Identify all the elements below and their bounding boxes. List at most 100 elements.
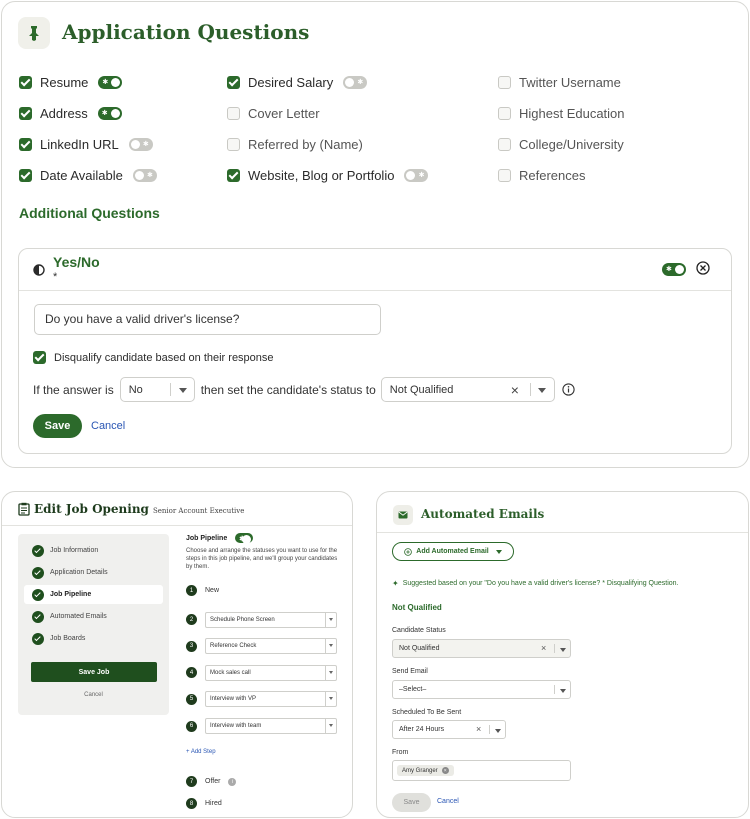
sidebar-step[interactable]: Job Pipeline bbox=[24, 585, 163, 604]
required-toggle[interactable] bbox=[132, 169, 157, 182]
check-circle-icon bbox=[32, 632, 44, 645]
question-checkbox[interactable] bbox=[19, 169, 32, 182]
step-status-select[interactable]: Reference Check bbox=[205, 638, 337, 655]
send-email-select[interactable]: –Select– bbox=[392, 680, 571, 699]
question-checkbox[interactable] bbox=[227, 169, 240, 182]
required-toggle[interactable] bbox=[128, 138, 153, 151]
clear-icon[interactable]: × bbox=[476, 724, 481, 734]
suggestion-text: Suggested based on your "Do you have a v… bbox=[402, 580, 679, 587]
step-number: 1 bbox=[186, 585, 197, 596]
required-toggle[interactable] bbox=[97, 107, 122, 120]
sidebar-step[interactable]: Job Information bbox=[24, 541, 163, 560]
question-checkbox[interactable] bbox=[227, 107, 240, 120]
question-label: Referred by (Name) bbox=[248, 137, 363, 152]
answer-value: No bbox=[128, 383, 143, 396]
question-checkbox[interactable] bbox=[498, 107, 511, 120]
question-checkbox[interactable] bbox=[19, 76, 32, 89]
question-option: College/University bbox=[498, 137, 624, 152]
job-pipeline-toggle[interactable] bbox=[235, 533, 254, 545]
additional-questions-heading: Additional Questions bbox=[19, 205, 160, 221]
step-number: 5 bbox=[186, 693, 197, 705]
rule-middle: then set the candidate's status to bbox=[200, 382, 376, 397]
candidate-status-value: Not Qualified bbox=[399, 645, 440, 652]
add-step-link[interactable]: + Add Step bbox=[186, 749, 216, 755]
cancel-button[interactable]: Cancel bbox=[437, 798, 459, 805]
from-chip[interactable]: Amy Granger × bbox=[397, 765, 454, 776]
question-text-input[interactable]: Do you have a valid driver's license? bbox=[34, 304, 381, 335]
add-automated-email-button[interactable]: Add Automated Email bbox=[392, 542, 514, 561]
question-option: Desired Salary bbox=[227, 75, 368, 90]
clear-icon[interactable]: × bbox=[511, 382, 519, 398]
required-toggle[interactable] bbox=[404, 169, 429, 182]
question-checkbox[interactable] bbox=[227, 76, 240, 89]
answer-select[interactable]: No bbox=[119, 377, 195, 402]
question-checkbox[interactable] bbox=[498, 76, 511, 89]
step-status-select[interactable]: Interview with VP bbox=[205, 691, 337, 708]
pin-icon bbox=[18, 17, 50, 49]
sidebar-step[interactable]: Application Details bbox=[24, 563, 163, 582]
step-status-select[interactable]: Schedule Phone Screen bbox=[205, 611, 337, 628]
question-checkbox[interactable] bbox=[19, 138, 32, 151]
pipeline-step: 4 Mock sales call bbox=[186, 664, 337, 681]
question-label: Address bbox=[40, 106, 88, 121]
disqualify-checkbox[interactable] bbox=[33, 351, 46, 364]
save-button[interactable]: Save bbox=[392, 793, 431, 812]
question-checkbox[interactable] bbox=[498, 138, 511, 151]
sidebar-step[interactable]: Automated Emails bbox=[24, 607, 163, 626]
from-field[interactable]: Amy Granger × bbox=[392, 760, 571, 781]
question-label: Highest Education bbox=[519, 106, 625, 121]
disqualify-rule: If the answer is No then set the candida… bbox=[33, 377, 575, 402]
close-icon[interactable] bbox=[696, 261, 710, 280]
step-status-select[interactable]: Interview with team bbox=[205, 718, 337, 734]
scheduled-label: Scheduled To Be Sent bbox=[392, 709, 462, 716]
sidebar-step[interactable]: Job Boards bbox=[24, 629, 163, 648]
sparkle-icon: ✦ bbox=[392, 579, 399, 588]
required-toggle[interactable] bbox=[98, 76, 123, 89]
job-pipeline-description: Choose and arrange the statuses you want… bbox=[186, 548, 338, 570]
envelope-icon bbox=[393, 505, 413, 525]
cancel-job-link[interactable]: Cancel bbox=[18, 692, 169, 698]
question-type-title: Yes/No bbox=[53, 254, 100, 270]
step-status-value: Reference Check bbox=[210, 643, 257, 650]
pipeline-step: 6 Interview with team bbox=[186, 718, 337, 734]
automated-emails-card: Automated Emails Add Automated Email ✦ S… bbox=[376, 491, 749, 818]
info-icon[interactable]: i bbox=[228, 777, 237, 786]
required-toggle[interactable] bbox=[343, 76, 368, 89]
chevron-down-icon bbox=[560, 689, 566, 693]
step-status-value: Interview with team bbox=[210, 723, 262, 729]
question-option: Website, Blog or Portfolio bbox=[227, 168, 429, 183]
chevron-down-icon bbox=[325, 639, 336, 654]
question-checkbox[interactable] bbox=[19, 107, 32, 120]
status-select[interactable]: Not Qualified × bbox=[380, 377, 555, 402]
scheduled-select[interactable]: After 24 Hours × bbox=[392, 720, 506, 739]
pipeline-step: 1 New bbox=[186, 585, 219, 596]
from-label: From bbox=[392, 749, 409, 756]
save-button[interactable]: Save bbox=[33, 414, 82, 438]
info-icon[interactable] bbox=[562, 383, 575, 396]
chevron-down-icon bbox=[325, 665, 336, 680]
add-automated-email-label: Add Automated Email bbox=[416, 548, 489, 555]
cancel-button[interactable]: Cancel bbox=[91, 420, 125, 432]
candidate-status-label: Candidate Status bbox=[392, 627, 446, 634]
question-label: Desired Salary bbox=[248, 75, 334, 90]
question-label: Cover Letter bbox=[248, 106, 320, 121]
job-pipeline-label: Job Pipeline bbox=[186, 534, 228, 542]
step-number: 2 bbox=[186, 614, 197, 626]
disqualify-label: Disqualify candidate based on their resp… bbox=[54, 351, 274, 364]
clear-icon[interactable]: × bbox=[541, 643, 546, 653]
chevron-down-icon bbox=[325, 719, 336, 733]
step-status-select[interactable]: Mock sales call bbox=[205, 664, 337, 681]
question-checkbox[interactable] bbox=[498, 169, 511, 182]
required-toggle[interactable] bbox=[662, 263, 686, 276]
question-checkbox[interactable] bbox=[227, 138, 240, 151]
sidebar-step-label: Automated Emails bbox=[50, 613, 107, 620]
scheduled-value: After 24 Hours bbox=[399, 726, 445, 733]
question-option: Twitter Username bbox=[498, 75, 621, 90]
question-label: College/University bbox=[519, 137, 624, 152]
question-option: References bbox=[498, 168, 585, 183]
job-steps-sidebar: Job Boards Automated Emails Job Pipeline Ap… bbox=[18, 534, 169, 715]
chevron-down-icon bbox=[495, 729, 501, 733]
candidate-status-select[interactable]: Not Qualified × bbox=[392, 639, 571, 658]
remove-icon[interactable]: × bbox=[441, 767, 449, 774]
save-job-button[interactable]: Save Job bbox=[31, 662, 157, 682]
